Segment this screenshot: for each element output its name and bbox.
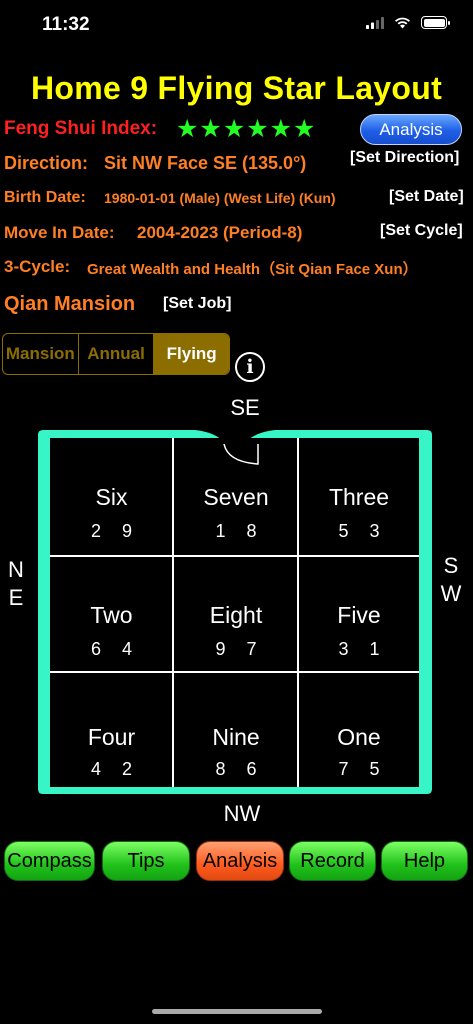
battery-icon <box>421 16 450 29</box>
segment-flying[interactable]: Flying <box>154 334 229 374</box>
set-job-link[interactable]: [Set Job] <box>163 295 231 313</box>
compass-top-label: SE <box>230 395 260 420</box>
grid-cell-w[interactable]: Two 6 4 <box>50 557 173 672</box>
segment-mansion[interactable]: Mansion <box>3 334 79 374</box>
birth-date-label: Birth Date: <box>4 189 86 206</box>
page-title: Home 9 Flying Star Layout <box>30 70 443 106</box>
info-icon[interactable]: i <box>235 352 265 382</box>
set-date-link[interactable]: [Set Date] <box>389 188 464 206</box>
set-cycle-link[interactable]: [Set Cycle] <box>380 222 463 240</box>
three-cycle-label: 3-Cycle: <box>4 257 71 276</box>
status-time: 11:32 <box>42 14 90 35</box>
segment-annual[interactable]: Annual <box>79 334 155 374</box>
mansion-label: Qian Mansion <box>4 293 136 315</box>
help-button[interactable]: Help <box>381 841 468 881</box>
grid-cell-e[interactable]: Five 3 1 <box>299 557 419 672</box>
grid-cell-center[interactable]: Eight 9 7 <box>174 557 298 672</box>
rating-stars: ★★★★★★ <box>176 115 317 143</box>
compass-right-label: SW <box>440 553 462 606</box>
birth-date-value: 1980-01-01 (Male) (West Life) (Kun) <box>104 190 336 206</box>
wifi-icon <box>395 17 410 28</box>
move-in-label: Move In Date: <box>4 223 115 242</box>
grid-cell-s[interactable]: Nine 8 6 <box>174 673 298 787</box>
signal-icon <box>366 16 384 29</box>
direction-value: Sit NW Face SE (135.0°) <box>104 153 307 173</box>
grid-cell-n[interactable]: Seven 1 8 <box>174 438 298 556</box>
home-indicator[interactable] <box>152 1009 322 1014</box>
flying-star-grid: Six 2 9 Seven 1 8 Three 5 3 Two 6 4 Eight 9 7… <box>50 438 419 787</box>
grid-cell-nw[interactable]: Six 2 9 <box>50 438 173 556</box>
record-button[interactable]: Record <box>289 841 376 881</box>
three-cycle-value: Great Wealth and Health（Sit Qian Face Xu… <box>87 261 418 278</box>
compass-bottom-label: NW <box>223 801 261 826</box>
set-direction-link[interactable]: [Set Direction] <box>350 149 459 167</box>
tips-button[interactable]: Tips <box>102 841 190 881</box>
compass-left-label: NE <box>8 557 24 610</box>
view-segmented-control: Mansion Annual Flying <box>2 333 230 375</box>
status-icons <box>366 16 450 29</box>
move-in-value: 2004-2023 (Period-8) <box>137 223 303 242</box>
feng-shui-index-label: Feng Shui Index: <box>4 118 158 139</box>
direction-label: Direction: <box>4 153 89 173</box>
analysis-button[interactable]: Analysis <box>196 841 284 881</box>
grid-cell-ne[interactable]: Three 5 3 <box>299 438 419 556</box>
analysis-pill-button[interactable]: Analysis <box>360 114 462 145</box>
bottom-toolbar: Compass Tips Analysis Record Help <box>4 841 470 883</box>
grid-cell-se[interactable]: One 7 5 <box>299 673 419 787</box>
compass-button[interactable]: Compass <box>4 841 95 881</box>
grid-cell-sw[interactable]: Four 4 2 <box>50 673 173 787</box>
